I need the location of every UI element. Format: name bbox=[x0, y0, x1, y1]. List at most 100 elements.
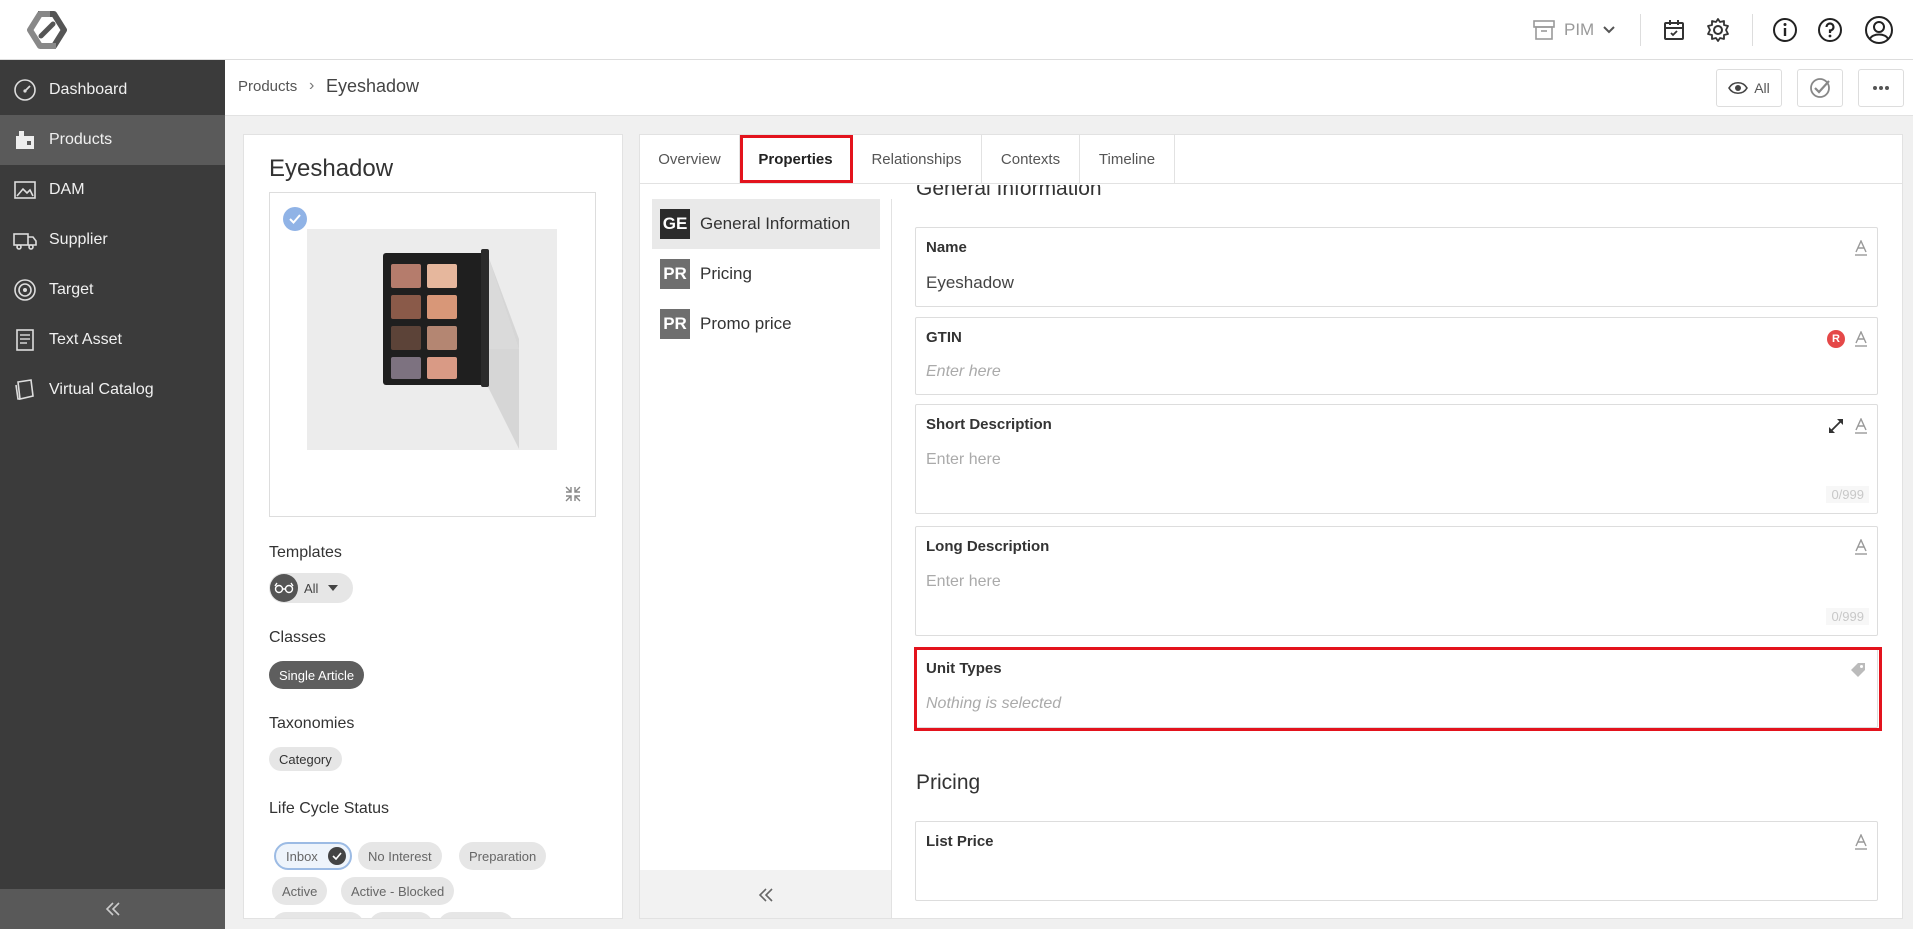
group-general-information[interactable]: GE General Information bbox=[652, 199, 880, 249]
sidebar-item-label: Dashboard bbox=[49, 81, 128, 98]
sidebar-collapse-button[interactable] bbox=[0, 889, 225, 929]
lifecycle-chip-active[interactable]: Active bbox=[272, 877, 328, 905]
product-panel: Eyeshadow Templates All Classes Single A… bbox=[243, 134, 623, 919]
sidebar-item-label: DAM bbox=[49, 181, 85, 198]
text-attribute-icon[interactable] bbox=[1855, 331, 1867, 347]
sidebar-item-dashboard[interactable]: Dashboard bbox=[0, 65, 225, 115]
taxonomy-chip[interactable]: Category bbox=[269, 747, 342, 771]
properties-form: General Information Name Eyeshadow GTIN … bbox=[893, 185, 1902, 918]
archive-icon bbox=[1532, 19, 1556, 41]
groups-collapse-button[interactable] bbox=[640, 870, 891, 918]
field-icons bbox=[1827, 417, 1867, 435]
sidebar-item-virtual-catalog[interactable]: Virtual Catalog bbox=[0, 365, 225, 415]
field-label: Unit Types bbox=[926, 660, 1002, 677]
field-long-description[interactable]: Long Description Enter here 0/999 bbox=[915, 526, 1878, 636]
lifecycle-chip-more[interactable] bbox=[272, 912, 364, 918]
help-icon[interactable] bbox=[1815, 15, 1845, 45]
group-promo-price[interactable]: PR Promo price bbox=[652, 299, 880, 349]
char-counter: 0/999 bbox=[1826, 486, 1869, 503]
lifecycle-chip-more[interactable] bbox=[438, 912, 514, 918]
sidebar: Dashboard Products DAM Supplier Target T… bbox=[0, 60, 225, 929]
view-all-label: All bbox=[1754, 80, 1770, 96]
sidebar-item-label: Target bbox=[49, 281, 94, 298]
sidebar-item-supplier[interactable]: Supplier bbox=[0, 215, 225, 265]
app-switcher[interactable]: PIM bbox=[1532, 15, 1616, 45]
main-panel: Overview Properties Relationships Contex… bbox=[639, 134, 1903, 919]
info-icon[interactable] bbox=[1770, 15, 1800, 45]
tag-icon[interactable] bbox=[1849, 661, 1867, 679]
class-chip[interactable]: Single Article bbox=[269, 661, 365, 689]
taxonomies-label: Taxonomies bbox=[269, 715, 355, 732]
field-name[interactable]: Name Eyeshadow bbox=[915, 227, 1878, 307]
text-attribute-icon[interactable] bbox=[1855, 240, 1867, 256]
section-heading-general-information: General Information bbox=[916, 185, 1102, 200]
breadcrumb-separator: › bbox=[309, 77, 315, 94]
text-attribute-icon[interactable] bbox=[1855, 834, 1867, 850]
dam-icon bbox=[12, 177, 38, 203]
field-list-price[interactable]: List Price bbox=[915, 821, 1878, 901]
tab-properties[interactable]: Properties bbox=[740, 135, 852, 184]
tab-timeline[interactable]: Timeline bbox=[1080, 135, 1175, 184]
gear-icon[interactable] bbox=[1703, 15, 1733, 45]
more-icon bbox=[1872, 85, 1890, 91]
user-icon[interactable] bbox=[1864, 15, 1894, 45]
compress-icon[interactable] bbox=[564, 485, 582, 503]
approve-button[interactable] bbox=[1797, 69, 1843, 107]
lifecycle-chip-label: Inbox bbox=[286, 848, 318, 864]
page-header: Products › Eyeshadow All bbox=[225, 60, 1913, 116]
sidebar-item-products[interactable]: Products bbox=[0, 115, 225, 165]
required-badge: R bbox=[1827, 330, 1845, 348]
catalog-icon bbox=[12, 377, 38, 403]
check-circle-icon bbox=[1809, 77, 1831, 99]
sidebar-item-text-asset[interactable]: Text Asset bbox=[0, 315, 225, 365]
group-badge: PR bbox=[660, 309, 690, 339]
group-pricing[interactable]: PR Pricing bbox=[652, 249, 880, 299]
tab-bar: Overview Properties Relationships Contex… bbox=[640, 135, 1902, 184]
truck-icon bbox=[12, 227, 38, 253]
field-label: Long Description bbox=[926, 538, 1050, 555]
tab-overview[interactable]: Overview bbox=[640, 135, 740, 184]
lifecycle-chip-active-blocked[interactable]: Active - Blocked bbox=[341, 877, 455, 905]
lifecycle-chip-no-interest[interactable]: No Interest bbox=[358, 842, 442, 870]
lifecycle-label: Life Cycle Status bbox=[269, 800, 390, 817]
tab-contexts[interactable]: Contexts bbox=[982, 135, 1080, 184]
field-short-description[interactable]: Short Description Enter here 0/999 bbox=[915, 404, 1878, 514]
lifecycle-chip-preparation[interactable]: Preparation bbox=[459, 842, 547, 870]
text-asset-icon bbox=[12, 327, 38, 353]
sidebar-item-label: Supplier bbox=[49, 231, 108, 248]
field-gtin[interactable]: GTIN R Enter here bbox=[915, 317, 1878, 395]
field-label: List Price bbox=[926, 833, 994, 850]
group-label: Promo price bbox=[700, 314, 792, 333]
classes-label: Classes bbox=[269, 629, 326, 646]
product-image-frame[interactable] bbox=[269, 192, 596, 517]
templates-dropdown[interactable]: All bbox=[269, 573, 353, 603]
top-bar: PIM bbox=[0, 0, 1913, 60]
caret-down-icon bbox=[328, 585, 339, 591]
text-attribute-icon[interactable] bbox=[1855, 418, 1867, 434]
field-icons: R bbox=[1827, 330, 1867, 348]
sidebar-item-target[interactable]: Target bbox=[0, 265, 225, 315]
logo-icon[interactable] bbox=[24, 10, 70, 50]
calendar-icon[interactable] bbox=[1659, 15, 1689, 45]
check-icon[interactable] bbox=[283, 207, 307, 231]
char-counter: 0/999 bbox=[1826, 608, 1869, 625]
sidebar-item-label: Products bbox=[49, 131, 113, 148]
field-placeholder: Enter here bbox=[926, 363, 1001, 380]
field-unit-types[interactable]: Unit Types Nothing is selected bbox=[915, 648, 1878, 728]
divider bbox=[1640, 14, 1641, 46]
field-placeholder: Enter here bbox=[926, 451, 1001, 468]
tab-relationships[interactable]: Relationships bbox=[852, 135, 982, 184]
field-icons bbox=[1849, 661, 1867, 679]
more-options-button[interactable] bbox=[1858, 69, 1904, 107]
field-icons bbox=[1855, 240, 1867, 256]
text-attribute-icon[interactable] bbox=[1855, 539, 1867, 555]
lifecycle-chip-inbox[interactable]: Inbox bbox=[274, 842, 352, 870]
lifecycle-chip-more[interactable] bbox=[369, 912, 433, 918]
product-image bbox=[307, 229, 557, 450]
divider bbox=[1752, 14, 1753, 46]
sidebar-item-dam[interactable]: DAM bbox=[0, 165, 225, 215]
target-icon bbox=[12, 277, 38, 303]
view-all-button[interactable]: All bbox=[1716, 69, 1782, 107]
breadcrumb-products[interactable]: Products bbox=[238, 78, 297, 95]
expand-arrows-icon[interactable] bbox=[1827, 417, 1845, 435]
